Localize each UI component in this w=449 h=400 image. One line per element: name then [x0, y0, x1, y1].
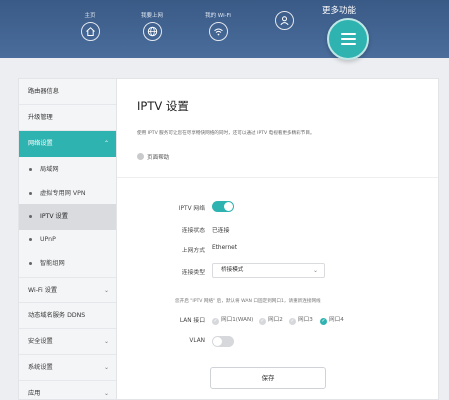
sidebar-subitem-label: 局域网	[40, 166, 59, 173]
iptv-network-toggle[interactable]	[212, 201, 234, 212]
check-icon: ✓	[259, 318, 266, 325]
bullet-icon	[29, 238, 32, 241]
connection-status-value: 已连接	[212, 228, 230, 234]
nav-home-label: 主页	[84, 13, 96, 19]
top-navigation-bar: 主页 我要上网 我的 Wi-Fi 更多功能	[0, 0, 449, 60]
sidebar-item-ddns[interactable]: 动态域名服务 DDNS	[19, 303, 117, 329]
iptv-network-label: IPTV 网络	[178, 206, 205, 212]
sidebar-subitem-label: UPnP	[40, 236, 56, 243]
sidebar-item-label: 网络设置	[28, 140, 53, 147]
sidebar-item-label: Wi-Fi 设置	[28, 287, 58, 294]
port-checkbox-4[interactable]: ✓ 网口4	[320, 315, 344, 325]
divider	[117, 177, 438, 178]
sidebar-item-label: 应用	[28, 390, 41, 397]
chevron-up-icon: ⌃	[103, 140, 109, 147]
sidebar-subitem-smart-mesh[interactable]: 智能组网	[19, 251, 117, 277]
nav-wifi[interactable]: 我的 Wi-Fi	[198, 0, 238, 41]
page-title: IPTV 设置	[137, 99, 189, 113]
port-label: 网口2	[268, 317, 283, 323]
nav-user[interactable]	[264, 0, 304, 30]
sidebar: 路由器信息 升级管理 网络设置 ⌃ 局域网 虚拟专用网 VPN IPTV 设置 …	[18, 78, 117, 400]
chevron-down-icon: ⌄	[103, 364, 109, 371]
sidebar-item-label: 系统设置	[28, 364, 53, 371]
sidebar-subitem-label: 智能组网	[40, 260, 65, 267]
chevron-down-icon: ⌄	[312, 267, 318, 274]
vlan-label: VLAN	[189, 338, 205, 344]
nav-internet-label: 我要上网	[140, 13, 163, 19]
help-icon	[137, 153, 144, 160]
globe-icon	[142, 22, 162, 41]
wan-method-value: Ethernet	[212, 245, 237, 251]
check-icon: ✓	[320, 318, 327, 325]
nav-home[interactable]: 主页	[70, 0, 110, 41]
sidebar-item-wifi-settings[interactable]: Wi-Fi 设置 ⌄	[19, 277, 117, 303]
connection-type-value: 桥接模式	[221, 267, 244, 273]
connection-type-label: 连接类型	[181, 270, 205, 276]
sidebar-subitem-label: IPTV 设置	[40, 213, 68, 220]
port-label: 网口1(WAN)	[221, 317, 254, 323]
sidebar-item-label: 动态域名服务 DDNS	[28, 312, 86, 319]
page-help-label: 页面帮助	[147, 155, 170, 161]
page-description: 使用 IPTV 服务可让您在尽享畅快网络的同时，还可以通过 IPTV 电视看更多…	[137, 131, 315, 136]
sidebar-subitem-upnp[interactable]: UPnP	[19, 227, 117, 253]
chevron-down-icon: ⌄	[103, 390, 109, 397]
sidebar-item-security[interactable]: 安全设置 ⌄	[19, 329, 117, 355]
connection-type-select[interactable]: 桥接模式 ⌄	[212, 263, 325, 278]
sidebar-item-system[interactable]: 系统设置 ⌄	[19, 355, 117, 381]
check-icon: ✓	[289, 318, 296, 325]
bullet-icon	[29, 168, 32, 171]
bullet-icon	[29, 262, 32, 265]
sidebar-item-upgrade[interactable]: 升级管理	[19, 105, 117, 131]
sidebar-subitem-lan[interactable]: 局域网	[19, 157, 117, 183]
lan-port-note: 您开启 "IPTV 网络" 后，默认将 WAN 口固定到网口1，请重新连接网线	[175, 299, 321, 304]
chevron-down-icon: ⌄	[103, 287, 109, 294]
nav-wifi-label: 我的 Wi-Fi	[205, 13, 231, 19]
home-icon	[80, 22, 100, 41]
more-features-label: 更多功能	[322, 6, 357, 16]
port-checkbox-3[interactable]: ✓ 网口3	[289, 315, 313, 325]
check-icon: ✓	[212, 318, 219, 325]
main-panel: IPTV 设置 使用 IPTV 服务可让您在尽享畅快网络的同时，还可以通过 IP…	[116, 78, 439, 400]
vlan-toggle[interactable]	[212, 336, 234, 347]
bullet-icon	[29, 192, 32, 195]
sidebar-item-label: 升级管理	[28, 114, 53, 121]
wifi-icon	[208, 22, 228, 41]
sidebar-item-router-info[interactable]: 路由器信息	[19, 79, 117, 105]
port-label: 网口3	[298, 317, 313, 323]
lan-interface-label: LAN 接口	[179, 318, 205, 324]
port-label: 网口4	[329, 317, 344, 323]
save-button[interactable]: 保存	[210, 367, 326, 389]
connection-status-label: 连接状态	[181, 228, 205, 234]
port-checkbox-1[interactable]: ✓ 网口1(WAN)	[212, 315, 253, 325]
sidebar-item-label: 安全设置	[28, 338, 53, 345]
user-icon	[274, 11, 294, 30]
page-help-link[interactable]: 页面帮助	[137, 153, 169, 161]
sidebar-item-label: 路由器信息	[28, 88, 59, 95]
wan-method-label: 上网方式	[181, 248, 205, 254]
sidebar-subitem-label: 虚拟专用网 VPN	[40, 190, 86, 197]
port-checkbox-2[interactable]: ✓ 网口2	[259, 315, 283, 325]
toggle-knob	[224, 202, 233, 211]
sidebar-item-apps[interactable]: 应用 ⌄	[19, 381, 117, 400]
more-features-button[interactable]	[327, 18, 369, 60]
toggle-knob	[213, 337, 222, 346]
bullet-icon	[29, 215, 32, 218]
chevron-down-icon: ⌄	[103, 338, 109, 345]
menu-icon	[341, 33, 356, 35]
sidebar-item-network-settings[interactable]: 网络设置 ⌃	[19, 131, 117, 157]
nav-internet[interactable]: 我要上网	[132, 0, 172, 41]
